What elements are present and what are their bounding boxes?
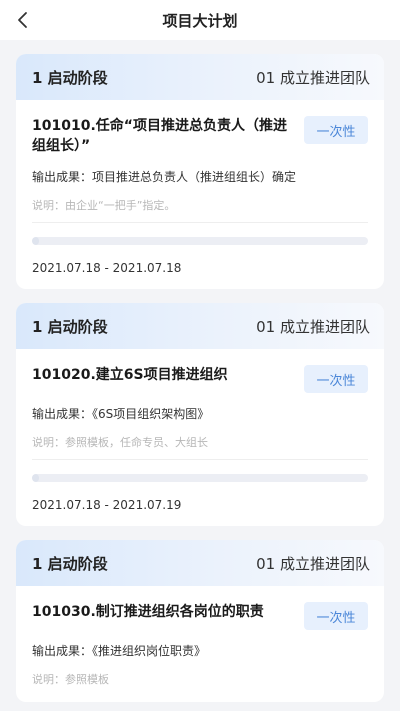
task-row: 101030.制订推进组织各岗位的职责 一次性 [32,602,368,630]
task-row: 101010.任命“项目推进总负责人（推进组组长）” 一次性 [32,116,368,156]
note-text: 说明：参照模板 [32,673,109,686]
back-button[interactable] [8,5,38,35]
card-body: 101030.制订推进组织各岗位的职责 一次性 输出成果：《推进组织岗位职责》 … [16,586,384,702]
frequency-badge[interactable]: 一次性 [304,116,368,144]
card-header: 1 启动阶段 01 成立推进团队 [16,54,384,100]
team-label: 01 成立推进团队 [256,68,370,87]
task-name: 101010.任命“项目推进总负责人（推进组组长）” [32,118,287,154]
date-range: 2021.07.18 - 2021.07.18 [32,261,182,275]
stage-label: 1 启动阶段 [32,68,108,87]
progress-fill [32,474,39,482]
page-title: 项目大计划 [162,11,238,30]
progress-fill [32,237,39,245]
plan-card[interactable]: 1 启动阶段 01 成立推进团队 101030.制订推进组织各岗位的职责 一次性… [16,540,384,702]
plan-card[interactable]: 1 启动阶段 01 成立推进团队 101020.建立6S项目推进组织 一次性 输… [16,303,384,526]
task-name: 101020.建立6S项目推进组织 [32,367,228,383]
plan-card[interactable]: 1 启动阶段 01 成立推进团队 101010.任命“项目推进总负责人（推进组组… [16,54,384,289]
card-body: 101010.任命“项目推进总负责人（推进组组长）” 一次性 输出成果：项目推进… [16,100,384,289]
stage-label: 1 启动阶段 [32,554,108,573]
top-bar: 项目大计划 [0,0,400,40]
frequency-badge[interactable]: 一次性 [304,602,368,630]
frequency-badge[interactable]: 一次性 [304,365,368,393]
progress-bar [32,474,368,482]
date-range: 2021.07.18 - 2021.07.19 [32,498,182,512]
note-text: 说明：由企业“一把手”指定。 [32,199,176,212]
card-header: 1 启动阶段 01 成立推进团队 [16,303,384,349]
divider [32,459,368,460]
plan-list: 1 启动阶段 01 成立推进团队 101010.任命“项目推进总负责人（推进组组… [0,40,400,702]
output-text: 输出成果：《推进组织岗位职责》 [32,644,207,658]
output-text: 输出成果：《6S项目组织架构图》 [32,407,210,421]
stage-label: 1 启动阶段 [32,317,108,336]
note-text: 说明：参照模板，任命专员、大组长 [32,436,208,449]
chevron-left-icon [18,12,27,28]
task-name: 101030.制订推进组织各岗位的职责 [32,604,264,620]
team-label: 01 成立推进团队 [256,317,370,336]
divider [32,222,368,223]
progress-bar [32,237,368,245]
output-text: 输出成果：项目推进总负责人（推进组组长）确定 [32,170,297,184]
card-body: 101020.建立6S项目推进组织 一次性 输出成果：《6S项目组织架构图》 说… [16,349,384,526]
task-row: 101020.建立6S项目推进组织 一次性 [32,365,368,393]
team-label: 01 成立推进团队 [256,554,370,573]
card-header: 1 启动阶段 01 成立推进团队 [16,540,384,586]
